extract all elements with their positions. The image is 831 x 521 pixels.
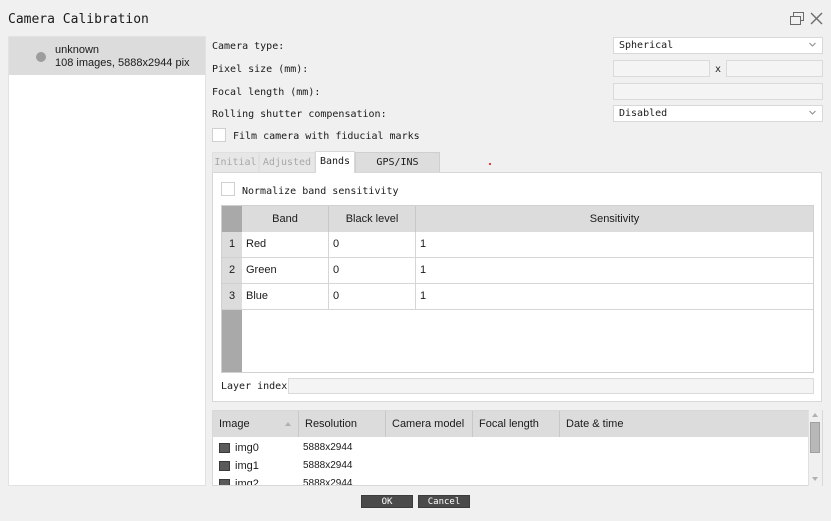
- window-title: Camera Calibration: [8, 12, 149, 27]
- pixel-size-label: Pixel size (mm):: [212, 64, 309, 75]
- image-resolution: 5888x2944: [303, 478, 353, 486]
- camera-type-label: Camera type:: [212, 41, 285, 52]
- image-row[interactable]: img0 5888x2944: [213, 439, 809, 457]
- black-level-cell[interactable]: 0: [329, 258, 416, 284]
- pixel-size-y-field[interactable]: [726, 60, 823, 77]
- image-row[interactable]: img1 5888x2944: [213, 457, 809, 475]
- image-name: img2: [235, 478, 259, 486]
- column-header-image[interactable]: Image: [213, 411, 299, 437]
- image-thumbnail-icon: [219, 461, 230, 471]
- images-table[interactable]: Image Resolution Camera model Focal leng…: [212, 410, 823, 486]
- camera-list-item[interactable]: unknown 108 images, 5888x2944 pix: [9, 37, 205, 75]
- column-header-camera-model[interactable]: Camera model: [386, 411, 473, 437]
- close-icon[interactable]: [810, 12, 823, 25]
- row-number: 1: [222, 232, 242, 258]
- tab-gps-ins-offset[interactable]: GPS/INS Offset: [355, 152, 440, 188]
- column-header-image-label: Image: [219, 418, 250, 430]
- scroll-up-icon[interactable]: [812, 413, 818, 417]
- rolling-shutter-value: Disabled: [619, 108, 668, 119]
- focal-length-field[interactable]: [613, 83, 823, 100]
- layer-index-field[interactable]: [288, 378, 814, 394]
- column-header-sensitivity[interactable]: Sensitivity: [416, 206, 813, 232]
- rolling-shutter-label: Rolling shutter compensation:: [212, 109, 387, 120]
- pixel-size-separator: x: [715, 64, 722, 75]
- scroll-down-icon[interactable]: [812, 477, 818, 481]
- camera-status-dot-icon: [36, 52, 46, 62]
- camera-info: 108 images, 5888x2944 pix: [55, 57, 190, 69]
- sensitivity-cell[interactable]: 1: [416, 232, 813, 258]
- camera-name: unknown: [55, 44, 100, 56]
- rolling-shutter-dropdown[interactable]: Disabled: [613, 105, 823, 122]
- image-name: img1: [235, 460, 259, 472]
- tab-initial[interactable]: Initial: [212, 152, 259, 173]
- image-row[interactable]: img2 5888x2944: [213, 475, 809, 486]
- image-thumbnail-icon: [219, 479, 230, 485]
- image-thumbnail-icon: [219, 443, 230, 453]
- focal-length-label: Focal length (mm):: [212, 87, 321, 98]
- cancel-button[interactable]: Cancel: [418, 495, 470, 508]
- pixel-size-x-field[interactable]: [613, 60, 710, 77]
- band-cell[interactable]: Blue: [242, 284, 329, 310]
- layer-index-label: Layer index:: [221, 381, 294, 392]
- tab-adjusted[interactable]: Adjusted: [259, 152, 315, 173]
- band-cell[interactable]: Green: [242, 258, 329, 284]
- ok-button[interactable]: OK: [361, 495, 413, 508]
- row-number: 3: [222, 284, 242, 310]
- camera-type-dropdown[interactable]: Spherical: [613, 37, 823, 54]
- film-camera-label: Film camera with fiducial marks: [233, 131, 420, 142]
- column-header-focal-length[interactable]: Focal length: [473, 411, 560, 437]
- tab-bands[interactable]: Bands: [315, 151, 355, 173]
- chevron-down-icon: [809, 110, 816, 115]
- camera-list[interactable]: unknown 108 images, 5888x2944 pix: [8, 36, 206, 486]
- image-resolution: 5888x2944: [303, 442, 353, 453]
- column-header-black-level[interactable]: Black level: [329, 206, 416, 232]
- normalize-checkbox[interactable]: [221, 182, 235, 196]
- image-resolution: 5888x2944: [303, 460, 353, 471]
- sensitivity-cell[interactable]: 1: [416, 258, 813, 284]
- row-number: 2: [222, 258, 242, 284]
- sensitivity-cell[interactable]: 1: [416, 284, 813, 310]
- sort-ascending-icon: [285, 422, 291, 426]
- column-header-date-time[interactable]: Date & time: [560, 411, 810, 437]
- column-header-resolution[interactable]: Resolution: [299, 411, 386, 437]
- image-name: img0: [235, 442, 259, 454]
- normalize-label: Normalize band sensitivity: [242, 186, 399, 197]
- black-level-cell[interactable]: 0: [329, 284, 416, 310]
- black-level-cell[interactable]: 0: [329, 232, 416, 258]
- column-header-band[interactable]: Band: [242, 206, 329, 232]
- band-cell[interactable]: Red: [242, 232, 329, 258]
- scrollbar-thumb[interactable]: [810, 422, 820, 453]
- red-marker: [489, 163, 491, 165]
- bands-table[interactable]: Band Black level Sensitivity 1 Red 0 1 2…: [221, 205, 814, 373]
- restore-icon[interactable]: [790, 12, 804, 25]
- camera-type-value: Spherical: [619, 40, 674, 51]
- chevron-down-icon: [809, 42, 816, 47]
- film-camera-checkbox[interactable]: [212, 128, 226, 142]
